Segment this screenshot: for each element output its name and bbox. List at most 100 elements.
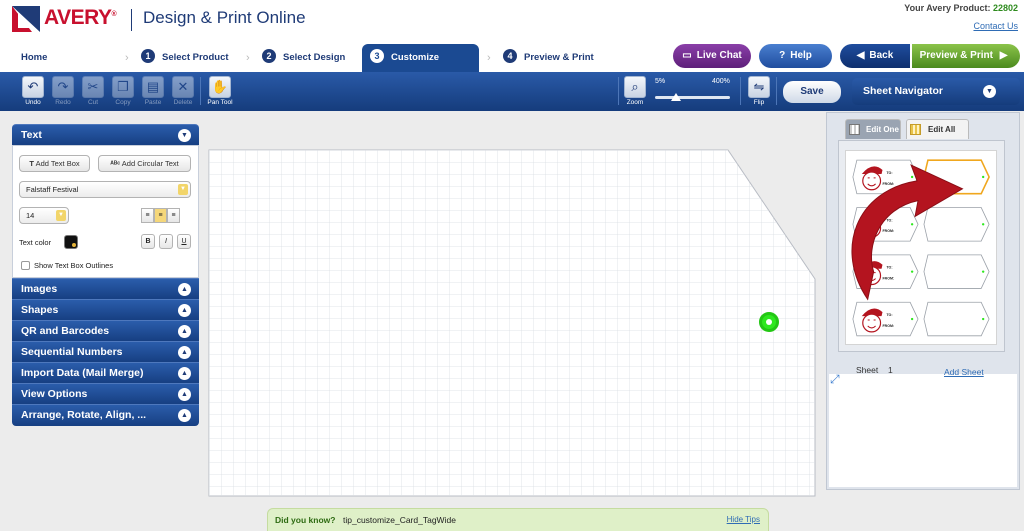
zoom-slider-track[interactable] — [655, 96, 730, 99]
tag-thumbnail[interactable] — [852, 301, 919, 337]
step-customize[interactable]: 3 Customize — [362, 44, 479, 72]
copy-icon: ❐ — [112, 76, 134, 98]
chevron-down-icon[interactable]: ▼ — [178, 129, 191, 142]
text-color-label: Text color — [19, 238, 52, 247]
tag-thumbnail[interactable] — [923, 301, 990, 337]
section-view-options[interactable]: View Options ▲ — [12, 383, 199, 404]
add-text-box-button[interactable]: T Add Text Box — [19, 155, 90, 172]
section-shapes[interactable]: Shapes ▲ — [12, 299, 199, 320]
copy-label: Copy — [115, 99, 131, 106]
tag-to-label: TO: — [886, 218, 892, 222]
design-canvas-area[interactable] — [206, 116, 818, 500]
magnifier-icon: ⌕ — [624, 76, 646, 98]
text-section-header[interactable]: Text ▼ — [12, 124, 199, 145]
product-info: Your Avery Product: 22802 — [904, 3, 1018, 13]
font-select[interactable]: Falstaff Festival ▼ — [19, 181, 191, 198]
tag-hole-icon — [981, 317, 985, 321]
step-select-product[interactable]: 1 Select Product — [141, 44, 229, 72]
section-label: Text — [21, 129, 42, 141]
section-images[interactable]: Images ▲ — [12, 278, 199, 299]
brand-divider — [131, 9, 132, 31]
zoom-button[interactable]: ⌕ Zoom — [622, 76, 648, 106]
did-you-know-label: Did you know? — [275, 515, 336, 525]
align-left-button[interactable]: ≡ — [141, 208, 154, 223]
tab-edit-one[interactable]: Edit One — [845, 119, 901, 139]
chevron-down-icon[interactable]: ▼ — [983, 85, 996, 98]
show-outlines-checkbox[interactable] — [21, 261, 30, 270]
step-select-design[interactable]: 2 Select Design — [262, 44, 345, 72]
chevron-down-icon: ▼ — [56, 210, 66, 221]
undo-button[interactable]: ↶ Undo — [20, 76, 46, 106]
redo-button[interactable]: ↷ Redo — [50, 76, 76, 106]
tag-hole-icon — [910, 223, 914, 226]
section-label: Import Data (Mail Merge) — [21, 367, 144, 379]
live-chat-button[interactable]: ▭ Live Chat — [673, 44, 751, 68]
help-button[interactable]: ? Help — [759, 44, 832, 68]
resize-icon[interactable]: ⤢ — [830, 372, 840, 387]
step-number: 3 — [370, 49, 384, 64]
chevron-right-icon: › — [125, 52, 129, 64]
tag-thumbnail[interactable] — [923, 254, 990, 289]
align-right-button[interactable]: ≡ — [167, 208, 180, 223]
tag-canvas[interactable] — [206, 116, 818, 500]
step-label: Preview & Print — [524, 52, 594, 63]
contact-us-link[interactable]: Contact Us — [973, 21, 1018, 31]
bold-button[interactable]: B — [141, 234, 155, 249]
align-center-button[interactable]: ≡ — [154, 208, 167, 223]
align-left-icon: ≡ — [145, 212, 150, 219]
section-import-data[interactable]: Import Data (Mail Merge) ▲ — [12, 362, 199, 383]
add-sheet-link[interactable]: Add Sheet — [944, 367, 984, 377]
add-circular-text-label: Add Circular Text — [121, 159, 179, 168]
section-qr-barcodes[interactable]: QR and Barcodes ▲ — [12, 320, 199, 341]
scissors-icon: ✂ — [82, 76, 104, 98]
paste-button[interactable]: ▤ Paste — [140, 76, 166, 106]
hide-tips-link[interactable]: Hide Tips — [727, 515, 760, 524]
preview-print-button[interactable]: Preview & Print ▶ — [912, 44, 1020, 68]
italic-button[interactable]: I — [159, 234, 173, 249]
section-label: QR and Barcodes — [21, 325, 110, 337]
tab-edit-all[interactable]: Edit All — [906, 119, 969, 139]
tag-hole-icon — [910, 270, 914, 273]
chevron-up-icon: ▲ — [178, 283, 191, 296]
flip-button[interactable]: ⇋ Flip — [746, 76, 772, 106]
zoom-max-label: 400% — [712, 78, 730, 85]
font-value: Falstaff Festival — [26, 185, 79, 194]
section-sequential-numbers[interactable]: Sequential Numbers ▲ — [12, 341, 199, 362]
tag-to-label: TO: — [886, 313, 892, 317]
grid-icon — [910, 124, 921, 135]
save-button[interactable]: Save — [783, 81, 841, 103]
grid-icon — [849, 124, 860, 135]
delete-button[interactable]: ✕ Delete — [170, 76, 196, 106]
underline-button[interactable]: U — [177, 234, 191, 249]
tag-thumbnail[interactable] — [923, 207, 990, 242]
zoom-slider-thumb[interactable] — [671, 93, 681, 101]
tab-label: Edit All — [928, 125, 956, 134]
font-size-select[interactable]: 14 ▼ — [19, 207, 69, 224]
step-label: Select Product — [162, 52, 229, 63]
sheet-preview[interactable]: TO: FROM: TO: FROM: TO: FROM: TO: FROM: — [845, 150, 997, 345]
product-number: 22802 — [992, 3, 1018, 13]
text-color-swatch[interactable] — [64, 235, 78, 249]
chevron-up-icon: ▲ — [178, 409, 191, 422]
section-label: Arrange, Rotate, Align, ... — [21, 409, 147, 421]
step-home[interactable]: Home — [21, 44, 47, 72]
add-text-box-label: Add Text Box — [35, 159, 80, 168]
section-arrange[interactable]: Arrange, Rotate, Align, ... ▲ — [12, 404, 199, 426]
step-preview-print[interactable]: 4 Preview & Print — [503, 44, 594, 72]
toolbar-divider — [618, 77, 619, 105]
copy-button[interactable]: ❐ Copy — [110, 76, 136, 106]
tab-label: Edit One — [866, 125, 899, 134]
text-section-body: T Add Text Box ᴬᴮᶜ Add Circular Text Fal… — [12, 145, 199, 278]
undo-label: Undo — [25, 99, 41, 106]
section-label: View Options — [21, 388, 88, 400]
back-button[interactable]: ◀ Back — [840, 44, 910, 68]
tag-hole-icon — [981, 223, 985, 226]
step-label: Customize — [391, 52, 440, 63]
selection-marker[interactable] — [759, 312, 779, 332]
pan-tool-button[interactable]: ✋ Pan Tool — [206, 76, 234, 106]
app-window: AVERY® Design & Print Online Your Avery … — [0, 0, 1024, 531]
sheet-navigator-header[interactable]: Sheet Navigator ▼ — [852, 78, 1020, 105]
add-circular-text-button[interactable]: ᴬᴮᶜ Add Circular Text — [98, 155, 191, 172]
step-label: Select Design — [283, 52, 346, 63]
cut-button[interactable]: ✂ Cut — [80, 76, 106, 106]
